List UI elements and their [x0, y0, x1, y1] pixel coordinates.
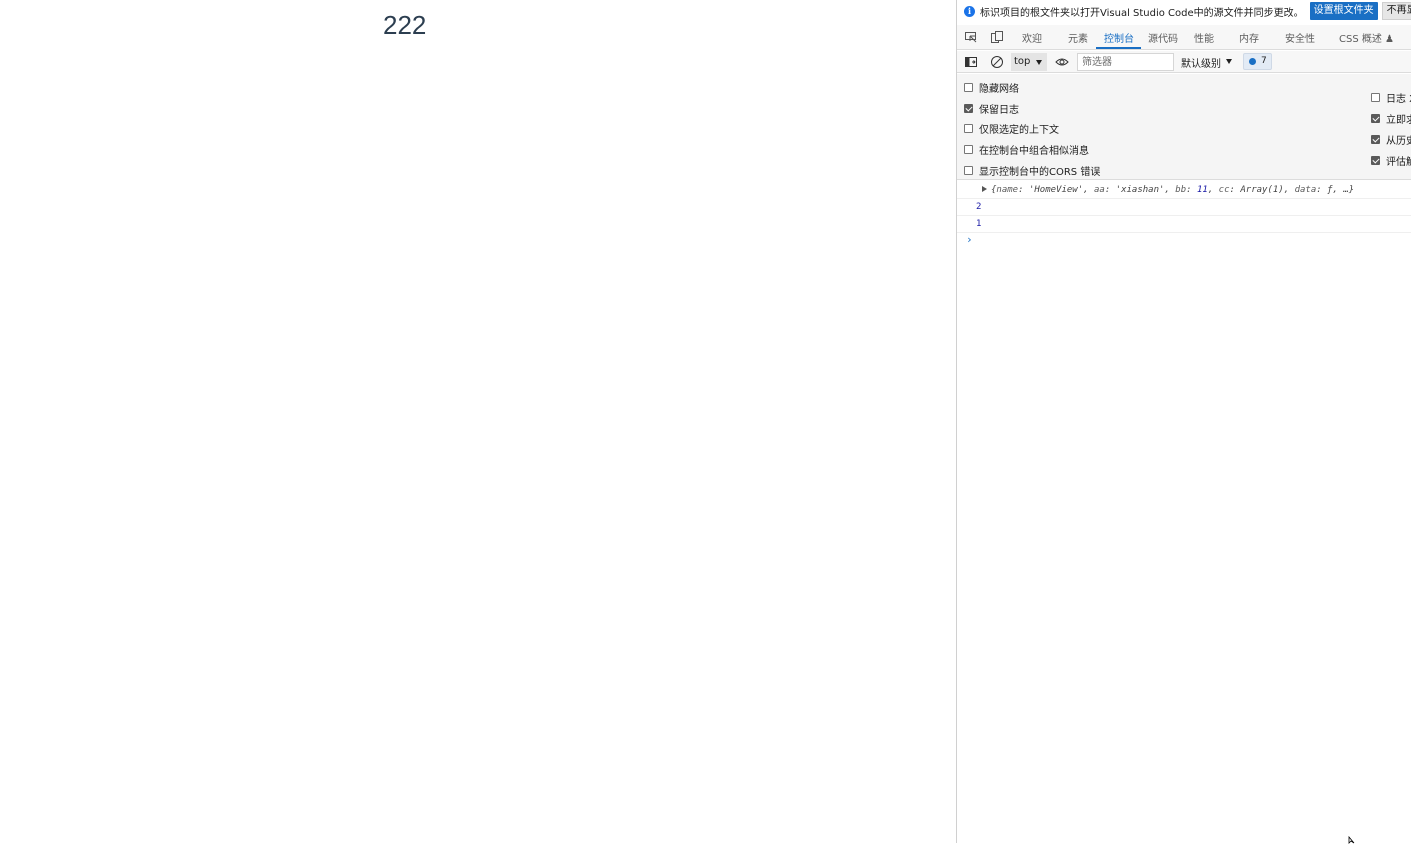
rendered-page: 222	[0, 0, 956, 843]
set-root-folder-button[interactable]: 设置根文件夹	[1309, 2, 1378, 20]
show-cors-errors-label: 显示控制台中的CORS 错误	[979, 167, 1101, 178]
show-cors-errors-checkbox[interactable]	[964, 166, 973, 175]
messages-count: 7	[1261, 56, 1267, 66]
tab-performance[interactable]: 性能	[1194, 30, 1214, 45]
evaluate-triggers-checkbox[interactable]	[1371, 156, 1380, 165]
messages-count-badge[interactable]: 7	[1243, 53, 1272, 70]
selected-context-only-checkbox[interactable]	[964, 124, 973, 133]
hide-network-checkbox[interactable]	[964, 83, 973, 92]
evaluate-triggers-label: 评估触	[1386, 157, 1411, 168]
log-levels-dropdown[interactable]: 默认级别	[1181, 55, 1221, 70]
tab-security[interactable]: 安全性	[1285, 30, 1315, 45]
autocomplete-from-history-checkbox[interactable]	[1371, 135, 1380, 144]
context-select-value: top	[1014, 56, 1031, 67]
inspect-icon[interactable]	[964, 30, 978, 44]
console-message-number: 1	[957, 216, 1411, 233]
console-message-number: 2	[957, 199, 1411, 216]
group-similar-checkbox[interactable]	[964, 145, 973, 154]
eager-evaluation-checkbox[interactable]	[1371, 114, 1380, 123]
tab-css-overview[interactable]: CSS 概述 ♟	[1339, 30, 1394, 45]
selected-context-only-label: 仅限选定的上下文	[979, 125, 1059, 136]
prompt-chevron-icon: ›	[966, 233, 973, 246]
eager-evaluation-label: 立即求	[1386, 115, 1411, 126]
console-settings-pane: 隐藏网络 保留日志 仅限选定的上下文 在控制台中组合相似消息 显示控制台中的CO…	[957, 74, 1411, 180]
console-number-value: 1	[976, 219, 982, 229]
clear-console-icon[interactable]	[990, 55, 1004, 69]
live-expression-eye-icon[interactable]	[1055, 55, 1069, 69]
page-content-text: 222	[383, 10, 427, 40]
context-select[interactable]: top	[1011, 53, 1047, 71]
infobar-message: 标识项目的根文件夹以打开Visual Studio Code中的源文件并同步更改…	[980, 7, 1304, 19]
chevron-down-icon	[1036, 60, 1042, 65]
hide-network-option[interactable]: 隐藏网络	[964, 80, 1019, 95]
console-output: {name: 'HomeView', aa: 'xiashan', bb: 11…	[957, 181, 1411, 249]
log-xmlhttprequests-option[interactable]: 日志 X	[1371, 90, 1411, 105]
selected-context-only-option[interactable]: 仅限选定的上下文	[964, 121, 1059, 136]
tab-welcome[interactable]: 欢迎	[1022, 30, 1042, 45]
console-number-value: 2	[976, 202, 982, 212]
evaluate-triggers-option[interactable]: 评估触	[1371, 153, 1411, 168]
object-preview: {name: 'HomeView', aa: 'xiashan', bb: 11…	[991, 185, 1355, 195]
chevron-down-icon	[1226, 59, 1232, 64]
device-emulation-icon[interactable]	[990, 30, 1004, 44]
eager-evaluation-option[interactable]: 立即求	[1371, 111, 1411, 126]
tab-memory[interactable]: 内存	[1239, 30, 1259, 45]
preserve-log-checkbox[interactable]	[964, 104, 973, 113]
console-toolbar: top 默认级别 7	[957, 51, 1411, 73]
console-message-object[interactable]: {name: 'HomeView', aa: 'xiashan', bb: 11…	[957, 181, 1411, 199]
group-similar-label: 在控制台中组合相似消息	[979, 146, 1089, 157]
console-prompt[interactable]: ›	[957, 233, 1411, 249]
devtools-tab-bar: 欢迎 元素 控制台 源代码 性能 内存 安全性 CSS 概述 ♟	[957, 25, 1411, 50]
dont-show-again-button[interactable]: 不再显示	[1381, 2, 1411, 20]
tab-elements[interactable]: 元素	[1068, 30, 1088, 45]
infobar: i 标识项目的根文件夹以打开Visual Studio Code中的源文件并同步…	[957, 0, 1411, 22]
devtools-panel: i 标识项目的根文件夹以打开Visual Studio Code中的源文件并同步…	[956, 0, 1411, 843]
tab-sources[interactable]: 源代码	[1148, 30, 1178, 45]
experiment-icon: ♟	[1385, 34, 1395, 45]
tab-css-overview-label: CSS 概述	[1339, 34, 1382, 45]
show-cors-errors-option[interactable]: 显示控制台中的CORS 错误	[964, 163, 1100, 178]
sidebar-toggle-icon[interactable]	[964, 55, 978, 69]
log-xmlhttprequests-label: 日志 X	[1386, 94, 1411, 105]
tab-console[interactable]: 控制台	[1104, 30, 1134, 45]
autocomplete-from-history-option[interactable]: 从历史	[1371, 132, 1411, 147]
autocomplete-from-history-label: 从历史	[1386, 136, 1411, 147]
expand-triangle-icon[interactable]	[982, 186, 987, 192]
hide-network-label: 隐藏网络	[979, 84, 1019, 95]
message-icon	[1249, 58, 1256, 65]
active-tab-indicator	[1096, 47, 1141, 49]
log-levels-label: 默认级别	[1181, 59, 1221, 70]
filter-input[interactable]	[1077, 53, 1174, 71]
preserve-log-option[interactable]: 保留日志	[964, 101, 1019, 116]
group-similar-option[interactable]: 在控制台中组合相似消息	[964, 142, 1089, 157]
preserve-log-label: 保留日志	[979, 105, 1019, 116]
info-icon: i	[964, 5, 975, 17]
log-xmlhttprequests-checkbox[interactable]	[1371, 93, 1380, 102]
